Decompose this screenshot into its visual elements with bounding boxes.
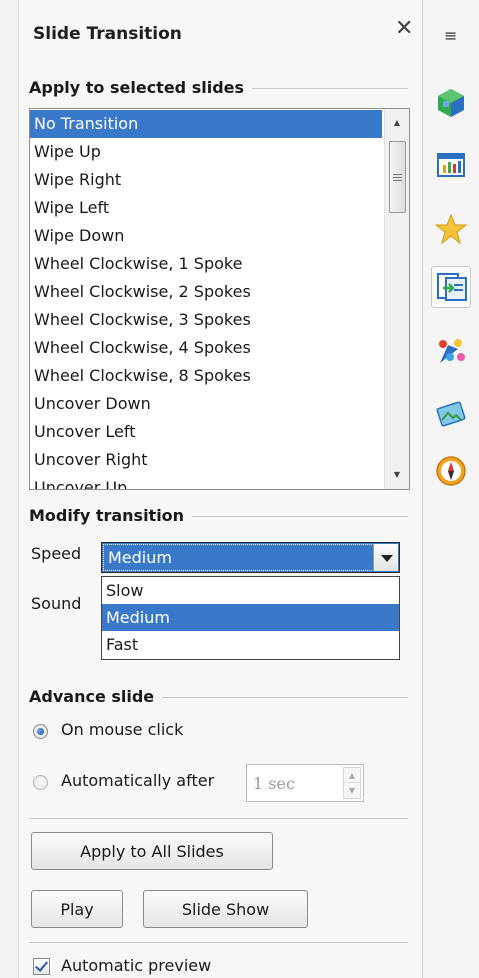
grip-line	[393, 177, 402, 178]
divider	[29, 818, 408, 819]
speed-option-medium[interactable]: Medium	[102, 604, 399, 631]
advance-section-header: Advance slide	[29, 686, 408, 706]
modify-section-heading: Modify transition	[29, 505, 185, 525]
grip-line	[393, 174, 402, 175]
transition-item[interactable]: Wipe Down	[30, 222, 382, 250]
spin-up-icon[interactable]: ▲	[344, 768, 360, 783]
grip-line	[393, 180, 402, 181]
speed-select-value: Medium	[108, 548, 172, 567]
spin-down-icon[interactable]: ▼	[344, 783, 360, 798]
speed-option-fast[interactable]: Fast	[102, 631, 399, 658]
apply-to-all-slides-button[interactable]: Apply to All Slides	[31, 832, 273, 870]
speed-dropdown-list[interactable]: Slow Medium Fast	[101, 576, 400, 660]
auto-label[interactable]: Automatically after	[61, 771, 214, 790]
transition-item[interactable]: Wipe Right	[30, 166, 382, 194]
sidebar-menu-icon[interactable]: ≡	[444, 28, 457, 44]
speed-option-slow[interactable]: Slow	[102, 577, 399, 604]
transition-item[interactable]: No Transition	[30, 110, 382, 138]
apply-section-heading: Apply to selected slides	[29, 77, 245, 97]
transition-item[interactable]: Wheel Clockwise, 4 Spokes	[30, 334, 382, 362]
transition-item[interactable]: Uncover Down	[30, 390, 382, 418]
custom-animation-icon[interactable]	[434, 212, 468, 246]
transition-item[interactable]: Wheel Clockwise, 2 Spokes	[30, 278, 382, 306]
gallery-icon[interactable]	[434, 396, 468, 430]
auto-time-value: 1 sec	[253, 774, 295, 793]
scroll-up-icon[interactable]: ▲	[388, 114, 406, 132]
transition-item[interactable]: Wheel Clockwise, 8 Spokes	[30, 362, 382, 390]
speed-select[interactable]: Medium	[101, 542, 400, 573]
automatic-preview-label[interactable]: Automatic preview	[61, 956, 211, 975]
divider	[162, 696, 408, 698]
transition-list[interactable]: No Transition Wipe Up Wipe Right Wipe Left W…	[29, 108, 410, 490]
slide-transition-icon[interactable]	[431, 266, 471, 308]
master-slides-icon[interactable]	[434, 148, 468, 182]
scroll-down-icon[interactable]: ▼	[388, 466, 406, 484]
transition-item[interactable]: Wheel Clockwise, 1 Spoke	[30, 250, 382, 278]
slide-transition-panel: Slide Transition ✕ Apply to selected sli…	[18, 0, 423, 978]
navigator-icon[interactable]	[434, 454, 468, 488]
chevron-down-icon[interactable]	[373, 544, 398, 571]
auto-radio[interactable]	[33, 775, 48, 790]
play-button[interactable]: Play	[31, 890, 123, 928]
divider	[252, 87, 408, 89]
transition-item[interactable]: Uncover Left	[30, 418, 382, 446]
list-scrollbar[interactable]: ▲ ▼	[384, 109, 409, 489]
apply-section-header: Apply to selected slides	[29, 77, 408, 97]
transition-item[interactable]: Wheel Clockwise, 3 Spokes	[30, 306, 382, 334]
advance-section-heading: Advance slide	[29, 686, 155, 706]
properties-icon[interactable]	[434, 86, 468, 120]
sidebar-tabbar: ≡	[424, 0, 479, 978]
transition-item[interactable]: Wipe Up	[30, 138, 382, 166]
spin-buttons: ▲ ▼	[343, 767, 361, 799]
panel-title: Slide Transition	[33, 24, 182, 44]
auto-time-spinbox[interactable]: 1 sec ▲ ▼	[246, 764, 364, 802]
scroll-thumb[interactable]	[389, 141, 406, 213]
divider	[29, 942, 408, 943]
sound-label: Sound	[31, 594, 82, 613]
transition-item[interactable]: Uncover Right	[30, 446, 382, 474]
transition-item[interactable]: Wipe Left	[30, 194, 382, 222]
on-click-radio[interactable]	[33, 724, 48, 739]
slide-show-button[interactable]: Slide Show	[143, 890, 308, 928]
styles-icon[interactable]	[434, 335, 468, 369]
automatic-preview-checkbox[interactable]	[33, 958, 50, 975]
transition-item[interactable]: Uncover Up	[30, 474, 382, 489]
transition-list-items: No Transition Wipe Up Wipe Right Wipe Left W…	[30, 110, 382, 489]
divider	[192, 515, 408, 517]
on-click-label[interactable]: On mouse click	[61, 720, 183, 739]
close-icon[interactable]: ✕	[395, 18, 413, 40]
modify-section-header: Modify transition	[29, 505, 408, 525]
speed-label: Speed	[31, 544, 82, 563]
